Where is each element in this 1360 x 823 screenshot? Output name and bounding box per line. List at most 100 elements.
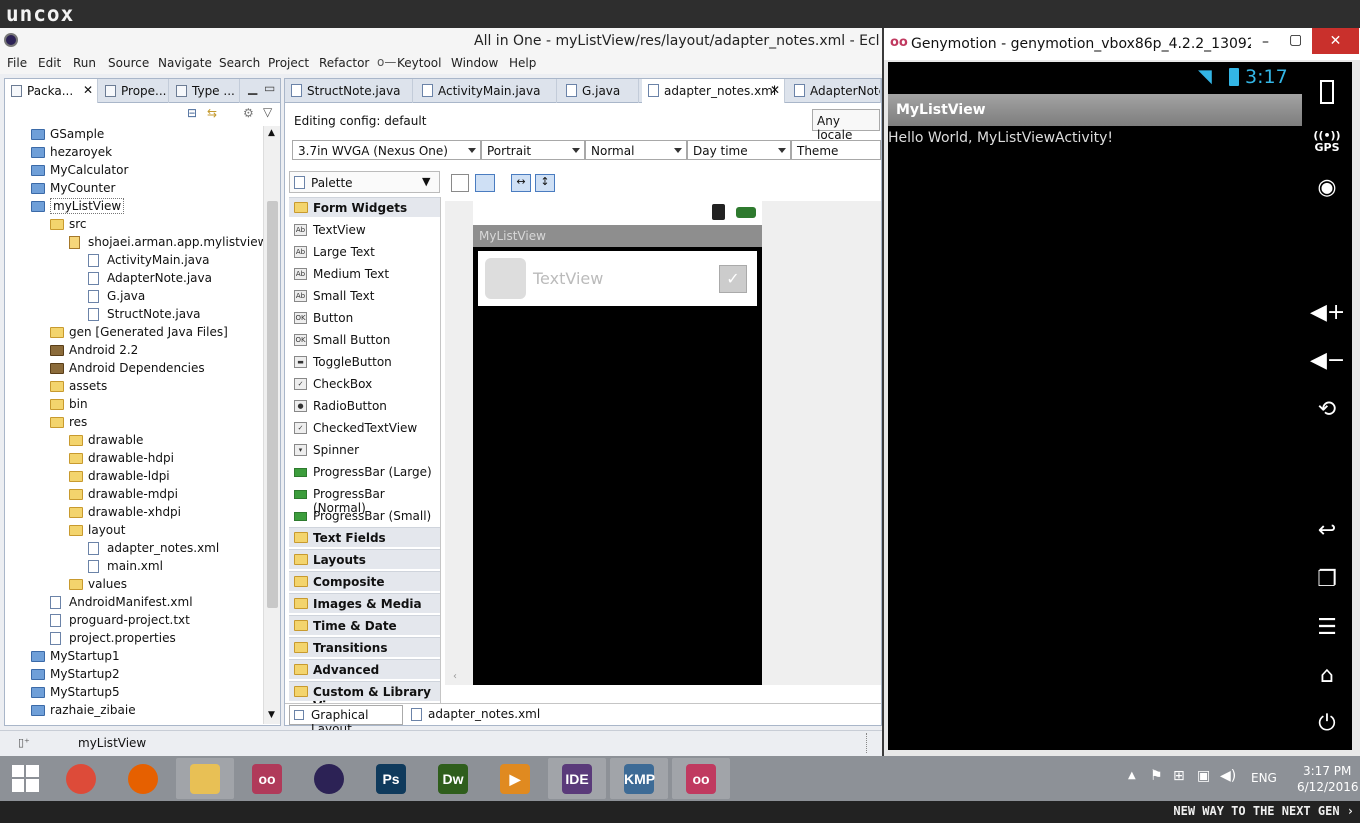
tree-item[interactable]: drawable-mdpi <box>5 486 263 504</box>
tree-item[interactable]: project.properties <box>5 630 263 648</box>
close-icon[interactable]: ✕ <box>770 83 780 97</box>
palette-item[interactable]: OK Small Button <box>289 329 440 351</box>
taskbar-chrome[interactable] <box>52 758 110 799</box>
scroll-down-icon[interactable]: ▼ <box>268 710 275 720</box>
device-select[interactable]: 3.7in WVGA (Nexus One) <box>292 140 481 160</box>
tree-item[interactable]: res <box>5 414 263 432</box>
tree-item[interactable]: values <box>5 576 263 594</box>
tree-item[interactable]: StructNote.java <box>5 306 263 324</box>
palette-category[interactable]: Images & Media <box>289 593 440 613</box>
locale-button[interactable]: Any locale <box>812 109 880 142</box>
eclipse-app-icon[interactable] <box>4 33 18 47</box>
flag-icon[interactable]: ⚑ <box>1150 768 1163 784</box>
tab-graphical-layout[interactable]: Graphical Layout <box>289 705 403 736</box>
tree-item[interactable]: G.java <box>5 288 263 306</box>
tree-item[interactable]: drawable-hdpi <box>5 450 263 468</box>
battery-widget-icon[interactable] <box>1310 77 1344 107</box>
rotate-icon[interactable]: ⟲ <box>1310 395 1344 425</box>
tree-item[interactable]: adapter_notes.xml <box>5 540 263 558</box>
menu-search[interactable]: Search <box>219 56 260 70</box>
tree-item[interactable]: bin <box>5 396 263 414</box>
menu-keytool[interactable]: Keytool <box>397 56 441 70</box>
tray-expand-icon[interactable]: ▲ <box>1128 770 1136 781</box>
tab-type-hierarchy[interactable]: Type ... <box>170 79 240 103</box>
volume-down-icon[interactable]: ◀− <box>1310 346 1345 376</box>
tab-adapter-notes[interactable]: adapter_notes.xml ✕ <box>642 79 785 103</box>
palette-header[interactable]: Palette ▼ <box>289 171 440 193</box>
palette-item[interactable]: Ab TextView <box>289 219 440 241</box>
palette-item[interactable]: ✓ CheckBox <box>289 373 440 395</box>
tree-item[interactable]: gen [Generated Java Files] <box>5 324 263 342</box>
palette-item[interactable]: ▾ Spinner <box>289 439 440 461</box>
camera-widget-icon[interactable]: ◉ <box>1310 173 1344 203</box>
tree-item[interactable]: layout <box>5 522 263 540</box>
power-icon[interactable]: ⏻ <box>1310 709 1344 739</box>
scroll-up-icon[interactable]: ▲ <box>268 128 275 138</box>
tab-package-explorer[interactable]: Packa... ✕ <box>5 79 98 103</box>
menu-project[interactable]: Project <box>268 56 309 70</box>
tab-adapternote[interactable]: AdapterNote... <box>788 79 881 103</box>
tree-item[interactable]: AndroidManifest.xml <box>5 594 263 612</box>
taskbar-photoshop[interactable]: Ps <box>362 758 420 799</box>
tree-item[interactable]: MyCounter <box>5 180 263 198</box>
fit-width-icon[interactable]: ↔ <box>511 174 531 192</box>
split-horizontal-icon[interactable] <box>475 174 495 192</box>
tab-g[interactable]: G.java <box>560 79 639 103</box>
volume-up-icon[interactable]: ◀+ <box>1310 298 1345 328</box>
network-icon[interactable]: ▣ <box>1197 768 1210 784</box>
palette-category[interactable]: Text Fields <box>289 527 440 547</box>
palette-item[interactable]: ▬ ToggleButton <box>289 351 440 373</box>
palette-item[interactable]: OK Button <box>289 307 440 329</box>
palette-item[interactable]: ProgressBar (Large) <box>289 461 440 483</box>
night-mode-select[interactable]: Day time <box>687 140 791 160</box>
scroll-thumb[interactable] <box>267 201 278 608</box>
taskbar-dreamweaver[interactable]: Dw <box>424 758 482 799</box>
menu-file[interactable]: File <box>7 56 27 70</box>
tree-item[interactable]: drawable-xhdpi <box>5 504 263 522</box>
tree-item[interactable]: MyStartup1 <box>5 648 263 666</box>
scroll-left-icon[interactable]: ‹ <box>453 671 457 682</box>
taskbar-file-explorer[interactable] <box>176 758 234 799</box>
tree-item[interactable]: assets <box>5 378 263 396</box>
menu-navigate[interactable]: Navigate <box>158 56 212 70</box>
tree-item[interactable]: razhaie_zibaie <box>5 702 263 720</box>
maximize-icon[interactable]: ▭ <box>264 81 275 95</box>
clock-time[interactable]: 3:17 PM <box>1303 764 1351 778</box>
palette-category[interactable]: Layouts <box>289 549 440 569</box>
tree-item[interactable]: drawable <box>5 432 263 450</box>
preview-list-item[interactable]: TextView ✓ <box>478 251 757 306</box>
android-screen[interactable]: ◥ 3:17 MyListView Hello World, MyListVie… <box>888 62 1302 750</box>
palette-category[interactable]: Transitions <box>289 637 440 657</box>
palette-category[interactable]: Composite <box>289 571 440 591</box>
tree-item[interactable]: MyStartup2 <box>5 666 263 684</box>
palette-item[interactable]: Ab Medium Text <box>289 263 440 285</box>
taskbar-media-player[interactable]: ▶ <box>486 758 544 799</box>
tree-item[interactable]: MyCalculator <box>5 162 263 180</box>
menu-icon[interactable]: ☰ <box>1310 613 1344 643</box>
view-menu-icon[interactable]: ⚙ <box>243 106 254 120</box>
maximize-icon[interactable]: ▢ <box>1289 32 1302 48</box>
tree-item[interactable]: shojaei.arman.app.mylistview <box>5 234 263 252</box>
tree-item[interactable]: main.xml <box>5 558 263 576</box>
tab-properties[interactable]: Prope... <box>99 79 169 103</box>
gps-widget-icon[interactable]: ((•)) GPS <box>1310 126 1344 156</box>
close-button[interactable]: ✕ <box>1312 28 1359 54</box>
tree-item[interactable]: GSample <box>5 126 263 144</box>
tab-xml-source[interactable]: adapter_notes.xml <box>407 705 540 725</box>
windows-tray-icon[interactable]: ⊞ <box>1173 768 1185 784</box>
tab-structnote[interactable]: StructNote.java <box>285 79 413 103</box>
taskbar-genymotion-2[interactable]: oo <box>672 758 730 799</box>
tree-item[interactable]: hezaroyek <box>5 144 263 162</box>
minimize-icon[interactable]: ▁ <box>248 81 257 95</box>
palette-item[interactable]: ✓ CheckedTextView <box>289 417 440 439</box>
recent-apps-icon[interactable]: ❐ <box>1310 565 1344 595</box>
palette-item[interactable]: Ab Small Text <box>289 285 440 307</box>
tree-item[interactable]: Android Dependencies <box>5 360 263 378</box>
taskbar-genymotion-1[interactable]: oo <box>238 758 296 799</box>
volume-icon[interactable]: ◀) <box>1220 768 1236 784</box>
fit-height-icon[interactable]: ↕ <box>535 174 555 192</box>
menu-edit[interactable]: Edit <box>38 56 61 70</box>
device-preview[interactable]: MyListView TextView ✓ <box>473 201 762 685</box>
palette-category-form-widgets[interactable]: Form Widgets <box>289 197 440 217</box>
menu-refactor[interactable]: Refactor <box>319 56 369 70</box>
